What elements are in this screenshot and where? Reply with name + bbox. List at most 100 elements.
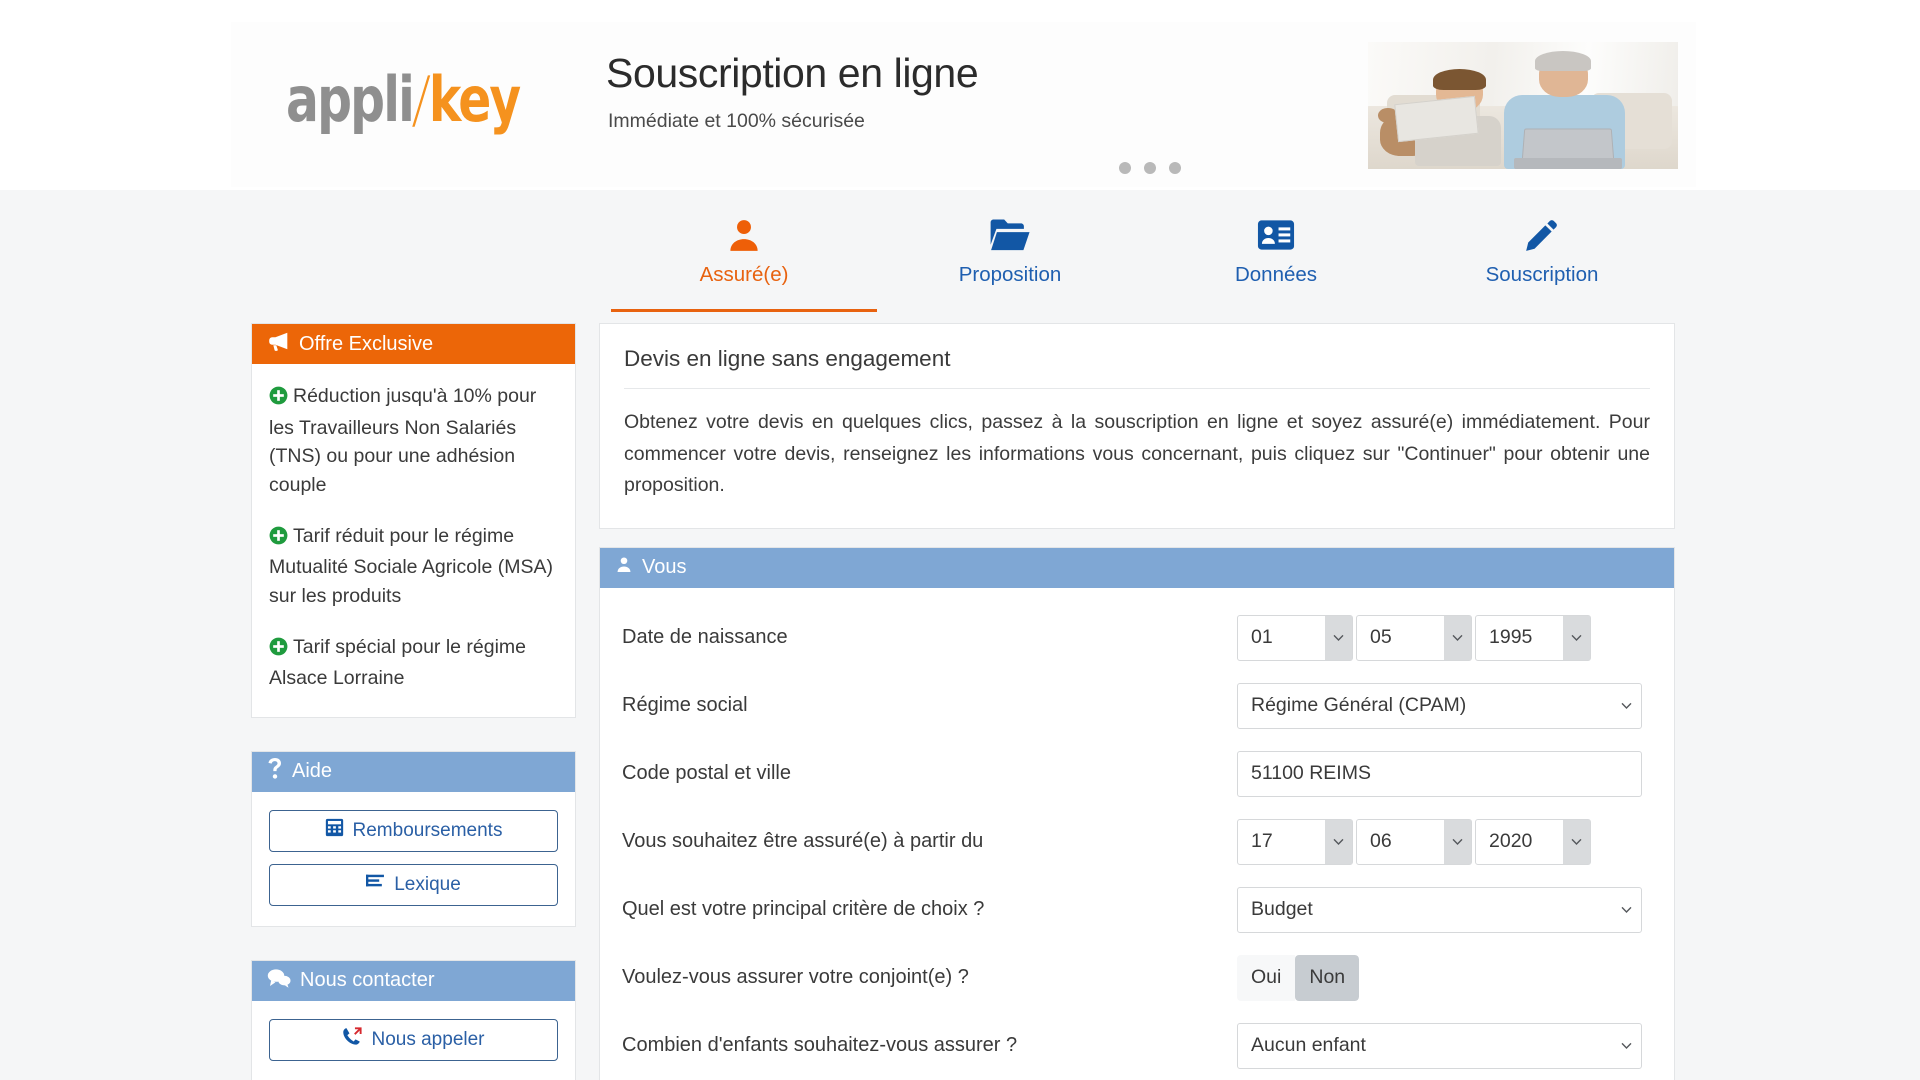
lexique-button[interactable]: Lexique bbox=[269, 863, 558, 906]
row-enfants: Combien d'enfants souhaitez-vous assurer… bbox=[622, 1012, 1652, 1080]
carousel-dot-3[interactable] bbox=[1169, 162, 1181, 174]
critere-choix-select[interactable]: Budget bbox=[1237, 886, 1642, 933]
tab-donnees[interactable]: Données bbox=[1143, 202, 1409, 312]
offer-item: Tarif réduit pour le régime Mutualité So… bbox=[269, 522, 558, 611]
page-subtitle: Immédiate et 100% sécurisée bbox=[608, 110, 865, 132]
start-month-select[interactable]: 06 bbox=[1356, 818, 1472, 865]
help-panel-title: Aide bbox=[292, 760, 333, 783]
offer-item-text: Tarif réduit pour le régime Mutualité So… bbox=[269, 524, 553, 607]
help-panel-body: Remboursements Lexique bbox=[252, 792, 575, 926]
conjoint-option-oui[interactable]: Oui bbox=[1237, 954, 1296, 1001]
chat-bubbles-icon bbox=[267, 968, 291, 994]
page-root: appli/key Souscription en ligne Immédiat… bbox=[0, 0, 1920, 1080]
remboursements-label: Remboursements bbox=[352, 819, 503, 841]
row-conjoint: Voulez-vous assurer votre conjoint(e) ? … bbox=[622, 944, 1652, 1012]
phone-outgoing-icon bbox=[342, 1027, 363, 1052]
label-enfants: Combien d'enfants souhaitez-vous assurer… bbox=[622, 1034, 1018, 1057]
conjoint-option-non[interactable]: Non bbox=[1295, 954, 1360, 1001]
birth-month-value: 05 bbox=[1370, 626, 1392, 649]
conjoint-toggle: Oui Non bbox=[1237, 954, 1360, 1001]
start-day-select[interactable]: 17 bbox=[1237, 818, 1353, 865]
chevron-down-icon bbox=[1611, 888, 1641, 932]
offer-panel-body: Réduction jusqu'à 10% pour les Travaille… bbox=[252, 364, 575, 717]
birth-year-value: 1995 bbox=[1489, 626, 1533, 649]
pencil-icon bbox=[1523, 215, 1561, 255]
main-column: Devis en ligne sans engagement Obtenez v… bbox=[599, 323, 1675, 1080]
intro-card: Devis en ligne sans engagement Obtenez v… bbox=[599, 323, 1675, 529]
chevron-down-icon bbox=[1325, 615, 1352, 660]
chevron-down-icon bbox=[1563, 615, 1590, 660]
label-code-postal: Code postal et ville bbox=[622, 762, 791, 785]
question-mark-icon bbox=[267, 758, 283, 785]
nous-appeler-button[interactable]: Nous appeler bbox=[269, 1018, 558, 1061]
user-icon bbox=[725, 215, 763, 255]
carousel-dot-1[interactable] bbox=[1119, 162, 1131, 174]
tab-souscription[interactable]: Souscription bbox=[1409, 202, 1675, 312]
birth-year-select[interactable]: 1995 bbox=[1475, 614, 1591, 661]
offer-panel: Offre Exclusive Réduction jusqu'à 10% po… bbox=[251, 323, 576, 718]
code-postal-input[interactable]: 51100 REIMS bbox=[1237, 750, 1642, 797]
carousel-dots[interactable] bbox=[1119, 162, 1181, 174]
form-card: Vous Date de naissance 01 05 1995 Régime… bbox=[599, 546, 1675, 1080]
plus-circle-icon bbox=[269, 385, 288, 414]
chevron-down-icon bbox=[1611, 1024, 1641, 1068]
plus-circle-icon bbox=[269, 636, 288, 665]
offer-item-text: Tarif spécial pour le régime Alsace Lorr… bbox=[269, 635, 527, 690]
birth-day-value: 01 bbox=[1251, 626, 1273, 649]
chevron-down-icon bbox=[1325, 819, 1352, 864]
offer-item-text: Réduction jusqu'à 10% pour les Travaille… bbox=[269, 385, 537, 496]
megaphone-icon bbox=[267, 331, 290, 357]
birth-day-select[interactable]: 01 bbox=[1237, 614, 1353, 661]
intro-divider bbox=[624, 388, 1650, 389]
tab-proposition[interactable]: Proposition bbox=[877, 202, 1143, 312]
tab-assure[interactable]: Assuré(e) bbox=[611, 202, 877, 312]
banner-region: appli/key Souscription en ligne Immédiat… bbox=[0, 0, 1920, 190]
open-folder-icon bbox=[989, 215, 1031, 255]
enfants-value: Aucun enfant bbox=[1251, 1034, 1366, 1057]
label-critere-choix: Quel est votre principal critère de choi… bbox=[622, 898, 985, 921]
start-year-select[interactable]: 2020 bbox=[1475, 818, 1591, 865]
lexique-label: Lexique bbox=[394, 873, 461, 895]
start-month-value: 06 bbox=[1370, 830, 1392, 853]
row-code-postal: Code postal et ville 51100 REIMS bbox=[622, 740, 1652, 808]
label-date-naissance: Date de naissance bbox=[622, 626, 788, 649]
contact-panel-title: Nous contacter bbox=[300, 969, 435, 992]
user-icon bbox=[615, 555, 633, 580]
birth-month-select[interactable]: 05 bbox=[1356, 614, 1472, 661]
tab-label-assure: Assuré(e) bbox=[699, 263, 789, 286]
label-conjoint: Voulez-vous assurer votre conjoint(e) ? bbox=[622, 966, 969, 989]
critere-choix-value: Budget bbox=[1251, 898, 1313, 921]
intro-text: Obtenez votre devis en quelques clics, p… bbox=[624, 411, 1650, 497]
label-date-effet: Vous souhaitez être assuré(e) à partir d… bbox=[622, 830, 984, 853]
remboursements-button[interactable]: Remboursements bbox=[269, 809, 558, 852]
enfants-select[interactable]: Aucun enfant bbox=[1237, 1022, 1642, 1069]
carousel-dot-2[interactable] bbox=[1144, 162, 1156, 174]
row-date-effet: Vous souhaitez être assuré(e) à partir d… bbox=[622, 808, 1652, 876]
chevron-down-icon bbox=[1444, 819, 1471, 864]
laptop-shape bbox=[1521, 128, 1615, 162]
step-tabs: Assuré(e) Proposition Données Souscripti… bbox=[611, 202, 1675, 312]
offer-panel-header: Offre Exclusive bbox=[252, 324, 575, 364]
regime-social-value: Régime Général (CPAM) bbox=[1251, 694, 1467, 717]
offer-item: Tarif spécial pour le régime Alsace Lorr… bbox=[269, 633, 558, 693]
offer-panel-title: Offre Exclusive bbox=[299, 332, 434, 355]
plus-circle-icon bbox=[269, 525, 288, 554]
help-panel-header: Aide bbox=[252, 751, 575, 792]
promo-banner: appli/key Souscription en ligne Immédiat… bbox=[231, 22, 1696, 187]
row-date-naissance: Date de naissance 01 05 1995 bbox=[622, 604, 1652, 672]
offer-item: Réduction jusqu'à 10% pour les Travaille… bbox=[269, 382, 558, 500]
start-year-value: 2020 bbox=[1489, 830, 1533, 853]
row-regime-social: Régime social Régime Général (CPAM) bbox=[622, 672, 1652, 740]
regime-social-select[interactable]: Régime Général (CPAM) bbox=[1237, 682, 1642, 729]
logo-text-appli: appli bbox=[286, 64, 415, 137]
chevron-down-icon bbox=[1563, 819, 1590, 864]
left-sidebar: Offre Exclusive Réduction jusqu'à 10% po… bbox=[251, 323, 576, 1080]
banner-photo bbox=[1368, 42, 1678, 169]
help-panel: Aide Remboursements Lexique bbox=[251, 750, 576, 927]
applikey-logo[interactable]: appli/key bbox=[286, 64, 521, 137]
tab-label-souscription: Souscription bbox=[1485, 263, 1599, 286]
form-body: Date de naissance 01 05 1995 Régime soci… bbox=[600, 588, 1674, 1080]
calculator-icon bbox=[325, 818, 344, 843]
tab-label-donnees: Données bbox=[1234, 263, 1318, 286]
id-card-icon bbox=[1257, 215, 1295, 255]
